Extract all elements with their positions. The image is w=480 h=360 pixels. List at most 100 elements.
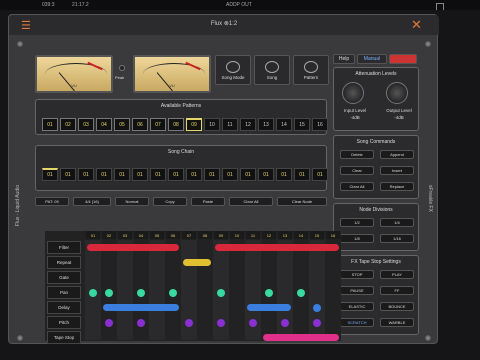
- pattern-cell[interactable]: 05: [114, 118, 130, 131]
- manual-button[interactable]: Manual: [357, 54, 387, 64]
- clear-button[interactable]: Clear: [340, 166, 374, 175]
- menu-button[interactable]: [389, 54, 417, 64]
- pattern-cell[interactable]: 02: [60, 118, 76, 131]
- fx-node-dot[interactable]: [265, 289, 273, 297]
- fx-node-bar[interactable]: [215, 244, 339, 251]
- song-chain-cell[interactable]: 01: [258, 168, 274, 181]
- division-quarter-button[interactable]: 1/4: [380, 218, 414, 227]
- replace-button[interactable]: Replace: [380, 182, 414, 191]
- fx-node-dot[interactable]: [281, 319, 289, 327]
- step-header: 15: [310, 231, 324, 239]
- fx-row-label[interactable]: Gate: [47, 271, 81, 284]
- elastic-button[interactable]: ELASTIC: [340, 302, 374, 311]
- scratch-button[interactable]: SCRATCH: [340, 318, 374, 327]
- fx-node-dot[interactable]: [89, 289, 97, 297]
- fx-row-label[interactable]: Tape Stop: [47, 331, 81, 344]
- clear-all-button[interactable]: Clear All: [229, 197, 273, 206]
- song-chain-cell[interactable]: 01: [222, 168, 238, 181]
- fx-node-dot[interactable]: [297, 289, 305, 297]
- pattern-cell[interactable]: 09: [186, 118, 202, 131]
- pattern-cell[interactable]: 01: [42, 118, 58, 131]
- delete-button[interactable]: Delete: [340, 150, 374, 159]
- time-signature-select[interactable]: 4/4 (16): [73, 197, 111, 206]
- copy-button[interactable]: Copy: [153, 197, 187, 206]
- fx-row-label[interactable]: Repeat: [47, 256, 81, 269]
- pause-button[interactable]: PAUSE: [340, 286, 374, 295]
- song-chain-cell[interactable]: 01: [78, 168, 94, 181]
- warble-button[interactable]: WARBLE: [380, 318, 414, 327]
- fx-row-label[interactable]: Delay: [47, 301, 81, 314]
- pattern-cell[interactable]: 06: [132, 118, 148, 131]
- pattern-cell[interactable]: 07: [150, 118, 166, 131]
- pattern-toolbar: PAT: 09 4/4 (16) Normal Copy Paste Clear…: [35, 197, 327, 207]
- division-eighth-button[interactable]: 1/8: [340, 234, 374, 243]
- close-icon[interactable]: ✕: [411, 17, 422, 33]
- song-button[interactable]: Song: [254, 55, 290, 85]
- fx-sequencer-grid[interactable]: 01 02 03 04 05 06 07 08 09 10 11 12 13 14 15 16 Filter Re…: [45, 231, 341, 344]
- input-level-knob[interactable]: [342, 82, 364, 104]
- step-header: 04: [134, 231, 148, 239]
- song-chain-cell[interactable]: 01: [294, 168, 310, 181]
- clear-node-button[interactable]: Clear Node: [277, 197, 327, 206]
- fx-row-label[interactable]: Pan: [47, 286, 81, 299]
- fx-node-bar[interactable]: [103, 304, 179, 311]
- pattern-cell[interactable]: 11: [222, 118, 238, 131]
- play-button[interactable]: PLAY: [380, 270, 414, 279]
- song-mode-button[interactable]: Song Mode: [215, 55, 251, 85]
- pattern-select[interactable]: PAT: 09: [35, 197, 69, 206]
- help-button[interactable]: Help: [333, 54, 355, 64]
- pattern-button[interactable]: Pattern: [293, 55, 329, 85]
- pattern-cell[interactable]: 10: [204, 118, 220, 131]
- song-chain-cell[interactable]: 01: [240, 168, 256, 181]
- song-chain-cell[interactable]: 01: [150, 168, 166, 181]
- append-button[interactable]: Append: [380, 150, 414, 159]
- bounce-button[interactable]: BOUNCE: [380, 302, 414, 311]
- pattern-cell[interactable]: 15: [294, 118, 310, 131]
- division-half-button[interactable]: 1/2: [340, 218, 374, 227]
- fx-row-label[interactable]: Pitch: [47, 316, 81, 329]
- mode-select[interactable]: Normal: [115, 197, 149, 206]
- fx-row-label[interactable]: Filter: [47, 241, 81, 254]
- pattern-cell[interactable]: 08: [168, 118, 184, 131]
- fx-node-dot[interactable]: [105, 289, 113, 297]
- song-chain-cell[interactable]: 01: [60, 168, 76, 181]
- paste-button[interactable]: Paste: [191, 197, 225, 206]
- fx-node-bar[interactable]: [183, 259, 211, 266]
- fx-node-dot[interactable]: [105, 319, 113, 327]
- ff-button[interactable]: FF: [380, 286, 414, 295]
- song-chain-cell[interactable]: 01: [132, 168, 148, 181]
- song-chain-cell[interactable]: 01: [114, 168, 130, 181]
- fx-node-bar[interactable]: [263, 334, 339, 341]
- fx-node-dot[interactable]: [313, 304, 321, 312]
- song-chain-cell[interactable]: 01: [204, 168, 220, 181]
- fx-node-dot[interactable]: [137, 319, 145, 327]
- fx-node-dot[interactable]: [313, 319, 321, 327]
- pattern-cell[interactable]: 03: [78, 118, 94, 131]
- pattern-cell[interactable]: 16: [312, 118, 328, 131]
- fx-node-bar[interactable]: [247, 304, 291, 311]
- fx-node-dot[interactable]: [185, 319, 193, 327]
- song-chain-cell[interactable]: 01: [168, 168, 184, 181]
- input-level-value: -4dB: [350, 115, 360, 120]
- song-chain-cell[interactable]: 01: [186, 168, 202, 181]
- pattern-cell[interactable]: 12: [240, 118, 256, 131]
- fx-node-bar[interactable]: [87, 244, 179, 251]
- step-header: 10: [230, 231, 244, 239]
- division-sixteenth-button[interactable]: 1/16: [380, 234, 414, 243]
- pattern-cell[interactable]: 14: [276, 118, 292, 131]
- fx-node-dot[interactable]: [217, 289, 225, 297]
- fx-node-dot[interactable]: [217, 319, 225, 327]
- fx-node-dot[interactable]: [249, 319, 257, 327]
- stop-button[interactable]: STOP: [340, 270, 374, 279]
- pattern-cell[interactable]: 04: [96, 118, 112, 131]
- insert-button[interactable]: Insert: [380, 166, 414, 175]
- fx-node-dot[interactable]: [169, 289, 177, 297]
- pattern-cell[interactable]: 13: [258, 118, 274, 131]
- song-chain-cell[interactable]: 01: [276, 168, 292, 181]
- output-level-knob[interactable]: [386, 82, 408, 104]
- song-chain-cell[interactable]: 01: [96, 168, 112, 181]
- song-chain-cell[interactable]: 01: [42, 168, 58, 181]
- song-chain-cell[interactable]: 01: [312, 168, 328, 181]
- clear-all-song-button[interactable]: Clear All: [340, 182, 374, 191]
- fx-node-dot[interactable]: [137, 289, 145, 297]
